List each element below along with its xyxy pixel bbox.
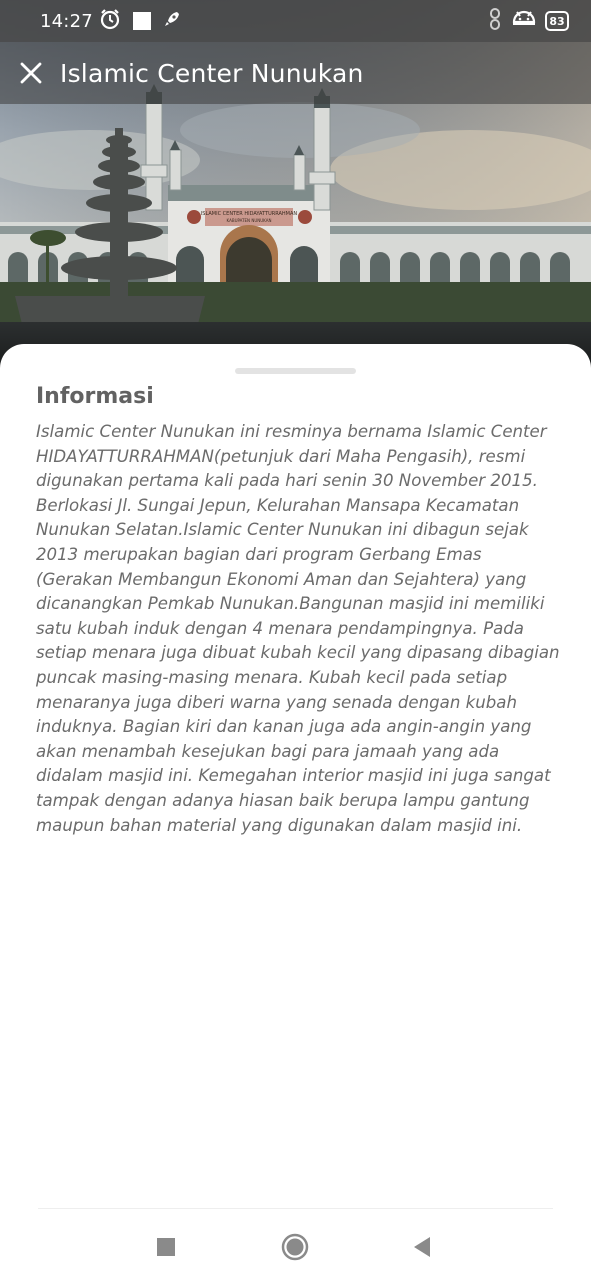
alarm-icon — [99, 8, 121, 35]
close-icon — [20, 62, 42, 84]
battery-indicator: 83 — [545, 11, 569, 31]
home-circle-icon — [281, 1233, 309, 1261]
sign-text-2: KABUPATEN NUNUKAN — [227, 218, 272, 223]
page-title: Islamic Center Nunukan — [60, 58, 364, 88]
recents-button[interactable] — [149, 1230, 183, 1264]
clock: 14:27 — [40, 10, 93, 32]
section-title: Informasi — [36, 384, 154, 409]
recents-square-icon — [157, 1238, 175, 1256]
back-button[interactable] — [405, 1230, 439, 1264]
sign-text-1: ISLAMIC CENTER HIDAYATTURRAHMAN — [201, 211, 298, 217]
android-icon — [511, 8, 537, 35]
description-text: Islamic Center Nunukan ini resminya bern… — [36, 422, 560, 835]
app-bar: Islamic Center Nunukan — [0, 42, 591, 104]
info-sheet: Informasi Islamic Center Nunukan ini res… — [0, 344, 591, 1280]
home-button[interactable] — [278, 1230, 312, 1264]
rocket-icon — [163, 10, 181, 33]
square-notification-icon — [132, 12, 151, 30]
nav-divider — [38, 1208, 553, 1209]
close-button[interactable] — [16, 58, 46, 88]
link-icon — [487, 7, 503, 35]
back-triangle-icon — [414, 1237, 430, 1257]
status-bar: 14:27 83 — [0, 0, 591, 42]
sheet-drag-handle[interactable] — [235, 368, 356, 374]
system-nav-bar — [0, 1212, 591, 1280]
